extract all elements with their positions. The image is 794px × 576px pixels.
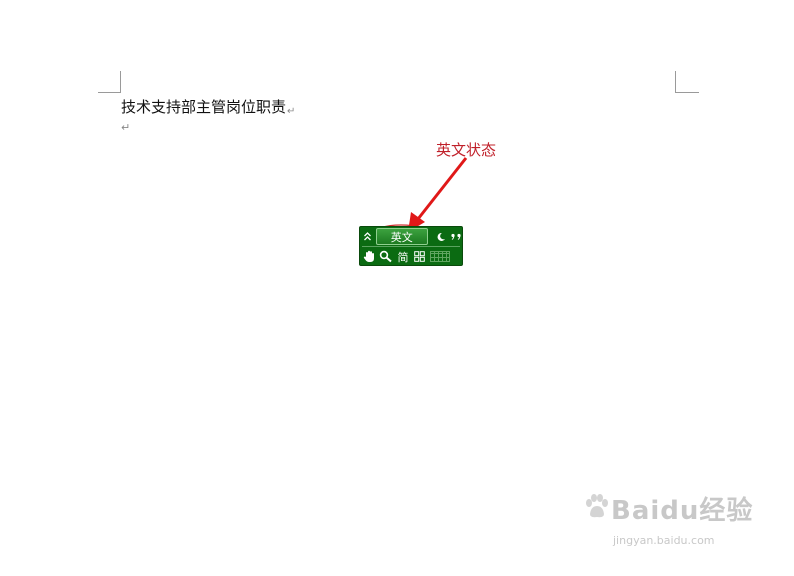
hand-icon[interactable] bbox=[361, 248, 377, 265]
baidu-paw-logo-icon bbox=[586, 494, 608, 518]
document-heading-text[interactable]: 技术支持部主管岗位职责 bbox=[121, 98, 286, 116]
crop-mark-top-left bbox=[98, 71, 121, 93]
ime-status-bar[interactable]: 英文 简 bbox=[359, 226, 463, 266]
document-page: 技术支持部主管岗位职责↵ ↵ 英文状态 英文 简 Baidu经验 jingyan… bbox=[0, 0, 794, 576]
watermark-title: Baidu经验 bbox=[611, 496, 754, 526]
half-width-moon-icon[interactable] bbox=[433, 228, 449, 245]
ime-toolbar-bottom-row: 简 bbox=[360, 247, 464, 266]
keyboard-grid-icon bbox=[430, 251, 450, 262]
crop-mark-top-right bbox=[675, 71, 699, 93]
collapse-chevron-icon[interactable] bbox=[361, 228, 375, 245]
annotation-arrow-shaft bbox=[416, 157, 468, 220]
document-text-line[interactable]: 技术支持部主管岗位职责↵ bbox=[121, 96, 295, 117]
paragraph-mark-icon: ↵ bbox=[287, 106, 296, 117]
empty-paragraph-mark-icon[interactable]: ↵ bbox=[121, 121, 130, 134]
watermark-url: jingyan.baidu.com bbox=[613, 534, 715, 547]
simplified-chinese-toggle[interactable]: 简 bbox=[395, 248, 411, 265]
search-icon[interactable] bbox=[377, 248, 395, 265]
ime-toolbar-top-row: 英文 bbox=[360, 227, 464, 246]
soft-keyboard-icon[interactable] bbox=[429, 248, 451, 265]
punctuation-mode-icon[interactable] bbox=[449, 228, 465, 245]
skin-settings-icon[interactable] bbox=[411, 248, 427, 265]
input-mode-button[interactable]: 英文 bbox=[375, 228, 428, 245]
annotation-label: 英文状态 bbox=[436, 141, 497, 159]
